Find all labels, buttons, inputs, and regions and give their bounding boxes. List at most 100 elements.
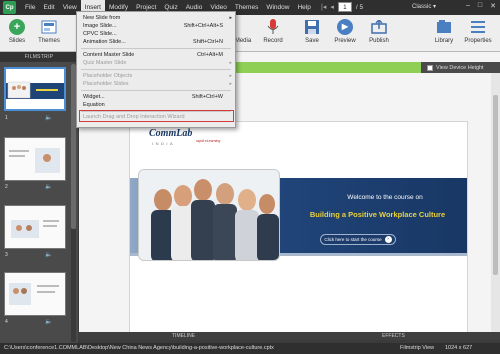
submenu-arrow-icon: ▸ bbox=[229, 60, 232, 66]
add-slide-icon: + bbox=[9, 19, 25, 35]
stage-scroll-thumb[interactable] bbox=[493, 95, 498, 275]
record-button[interactable]: Record bbox=[256, 17, 290, 50]
maximize-icon[interactable]: □ bbox=[478, 2, 482, 10]
menu-window[interactable]: Window bbox=[262, 0, 293, 15]
microphone-icon bbox=[265, 19, 281, 35]
library-label: Library bbox=[434, 38, 454, 44]
team-photo[interactable] bbox=[138, 169, 280, 261]
menu-item-equation[interactable]: Equation bbox=[77, 101, 235, 109]
menubar: Cp File Edit View Insert Modify Project … bbox=[0, 0, 500, 15]
workspace-label: Classic bbox=[412, 4, 432, 10]
shortcut-label: Ctrl+Alt+M bbox=[197, 52, 223, 58]
themes-button[interactable]: Themes bbox=[32, 17, 66, 50]
menu-item-cpvc-slide[interactable]: CPVC Slide... bbox=[77, 30, 235, 38]
effects-tab[interactable]: EFFECTS bbox=[382, 332, 405, 340]
menu-edit[interactable]: Edit bbox=[39, 0, 58, 15]
filmstrip-slide[interactable] bbox=[4, 137, 66, 181]
slide-number: 1 bbox=[5, 115, 8, 121]
library-icon bbox=[436, 19, 452, 35]
menu-file[interactable]: File bbox=[21, 0, 39, 15]
menu-item-label: Quiz Master Slide bbox=[83, 60, 127, 66]
menu-item-new-slide-from[interactable]: New Slide from ▸ bbox=[77, 14, 235, 22]
menu-item-widget[interactable]: Widget... Shift+Ctrl+W bbox=[77, 93, 235, 101]
filmstrip-panel: FILMSTRIP 1 🔈 2 🔈 3 🔈 4 🔈 bbox=[0, 52, 78, 344]
menu-item-content-master-slide[interactable]: Content Master Slide Ctrl+Alt+M bbox=[77, 51, 235, 59]
menu-item-label: Content Master Slide bbox=[83, 52, 135, 58]
prev-page-icon[interactable]: ◂ bbox=[330, 3, 334, 11]
slide-canvas[interactable]: CommLab INDIA rapid eLearning Welcome to… bbox=[129, 121, 468, 334]
toolbar: + Slides Themes Media Record Save ▶ Prev… bbox=[0, 15, 500, 52]
save-label: Save bbox=[305, 38, 319, 44]
page-total: / 5 bbox=[355, 3, 364, 11]
highlight-box bbox=[79, 110, 234, 122]
filmstrip-slide[interactable] bbox=[4, 67, 66, 111]
menu-separator bbox=[81, 90, 231, 91]
slides-label: Slides bbox=[8, 38, 26, 44]
menu-item-label: Image Slide... bbox=[83, 23, 117, 29]
save-button[interactable]: Save bbox=[295, 17, 329, 50]
captivate-window: Cp File Edit View Insert Modify Project … bbox=[0, 0, 500, 354]
speaker-icon: 🔈 bbox=[45, 252, 53, 258]
view-device-height-toggle[interactable]: View Device Height bbox=[421, 62, 500, 73]
menu-item-image-slide[interactable]: Image Slide... Shift+Ctrl+Alt+S bbox=[77, 22, 235, 30]
page-navigator: |◂ ◂ 1 / 5 bbox=[321, 2, 363, 12]
media-icon bbox=[235, 19, 251, 35]
file-path: C:\Users\conference1.COMMLAB\Desktop\New… bbox=[4, 345, 274, 351]
window-controls: – □ ✕ bbox=[466, 2, 496, 10]
start-course-label: Click here to start the course bbox=[324, 237, 382, 242]
library-button[interactable]: Library bbox=[427, 17, 461, 50]
stage-scrollbar[interactable] bbox=[491, 73, 500, 332]
project-size: 1024 x 627 bbox=[445, 345, 473, 351]
commlab-logo: CommLab bbox=[149, 128, 193, 139]
slide-number: 2 bbox=[5, 184, 8, 190]
menu-item-quiz-master-slide[interactable]: Quiz Master Slide ▸ bbox=[77, 59, 235, 67]
view-device-height-checkbox[interactable] bbox=[427, 64, 433, 71]
speaker-icon: 🔈 bbox=[45, 319, 53, 325]
menu-separator bbox=[81, 48, 231, 49]
menu-item-animation-slide[interactable]: Animation Slide... Shift+Ctrl+N bbox=[77, 38, 235, 46]
menu-item-label: CPVC Slide... bbox=[83, 31, 117, 37]
minimize-icon[interactable]: – bbox=[466, 2, 470, 10]
preview-button[interactable]: ▶ Preview bbox=[328, 17, 362, 50]
status-bar: C:\Users\conference1.COMMLAB\Desktop\New… bbox=[0, 343, 500, 354]
record-label: Record bbox=[263, 38, 283, 44]
save-icon bbox=[304, 19, 320, 35]
speaker-icon: 🔈 bbox=[45, 184, 53, 190]
publish-button[interactable]: Publish bbox=[362, 17, 396, 50]
workspace-select[interactable]: Classic ▾ bbox=[412, 2, 442, 13]
first-page-icon[interactable]: |◂ bbox=[321, 3, 326, 11]
menu-item-label: New Slide from bbox=[83, 15, 121, 21]
menu-item-label: Animation Slide... bbox=[83, 39, 126, 45]
properties-icon bbox=[470, 19, 486, 35]
submenu-arrow-icon: ▸ bbox=[229, 15, 232, 21]
menu-help[interactable]: Help bbox=[293, 0, 314, 15]
menu-item-placeholder-objects[interactable]: Placeholder Objects ▸ bbox=[77, 72, 235, 80]
themes-label: Themes bbox=[38, 38, 60, 44]
page-number-input[interactable]: 1 bbox=[337, 2, 352, 12]
start-course-button[interactable]: Click here to start the course › bbox=[320, 234, 396, 245]
menu-item-label: Equation bbox=[83, 102, 105, 108]
properties-button[interactable]: Properties bbox=[461, 17, 495, 50]
publish-icon bbox=[371, 19, 387, 35]
close-icon[interactable]: ✕ bbox=[490, 2, 496, 10]
slides-button[interactable]: + Slides bbox=[0, 17, 34, 50]
menu-item-label: Placeholder Objects bbox=[83, 73, 133, 79]
arrow-right-icon: › bbox=[384, 236, 392, 243]
menu-item-placeholder-slides[interactable]: Placeholder Slides ▸ bbox=[77, 80, 235, 88]
submenu-arrow-icon: ▸ bbox=[229, 81, 232, 87]
themes-icon bbox=[41, 19, 57, 35]
play-icon: ▶ bbox=[337, 19, 353, 35]
properties-label: Properties bbox=[464, 38, 492, 44]
filmstrip-header: FILMSTRIP bbox=[0, 52, 78, 62]
view-device-height-label: View Device Height bbox=[436, 64, 484, 71]
filmstrip-slide[interactable] bbox=[4, 272, 66, 316]
menu-separator bbox=[81, 69, 231, 70]
filmstrip-slide[interactable] bbox=[4, 205, 66, 249]
timeline-tab[interactable]: TIMELINE bbox=[172, 332, 195, 340]
shortcut-label: Shift+Ctrl+W bbox=[191, 94, 223, 100]
slide-number: 4 bbox=[5, 319, 8, 325]
preview-label: Preview bbox=[334, 38, 356, 44]
bottom-panel-tabs: TIMELINE EFFECTS bbox=[79, 332, 500, 340]
menu-item-label: Widget... bbox=[83, 94, 105, 100]
app-logo-icon: Cp bbox=[3, 1, 16, 14]
